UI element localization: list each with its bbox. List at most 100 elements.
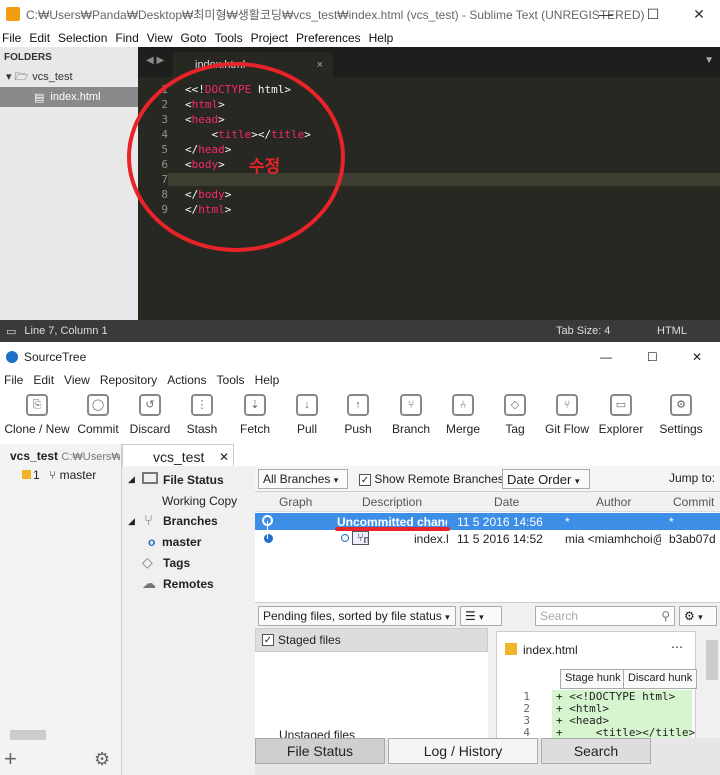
status-tab-size[interactable]: Tab Size: 4 [556,325,610,337]
minimize-icon[interactable]: — [583,0,629,28]
clone-button[interactable]: ⎘ Clone / New [3,392,71,436]
commit-button[interactable]: ◯ Commit [76,392,120,436]
discard-hunk-button[interactable]: Discard hunk [623,669,698,689]
nav-master[interactable]: master [162,535,201,549]
row-author: mia <miamhchoi@ [565,532,661,546]
tab-log-history-label: Log / History [423,743,503,759]
status-icon[interactable]: ▭ [6,325,16,338]
stash-button[interactable]: ⋮ Stash [182,392,222,436]
menu-view[interactable]: View [145,31,179,45]
log-table-header: Graph Description Date Author Commit [255,492,720,512]
tab-search[interactable]: Search [541,738,651,764]
add-repo-icon[interactable]: + [4,746,17,772]
search-placeholder: Search [540,609,579,623]
column-description[interactable]: Description [362,495,422,509]
close-icon[interactable]: ✕ [692,350,702,364]
branch-button[interactable]: ⑂ Branch [391,392,431,436]
diff-options-icon[interactable]: ⋯ [671,640,683,654]
branches-dropdown-label: All Branches [263,472,331,486]
unstaged-files-header[interactable]: Unstaged files [255,728,488,738]
repo-item[interactable]: vcs_test C:₩Users₩P [10,449,120,463]
chevron-down-icon: ▾ [333,475,339,485]
expand-icon[interactable]: ◢ [128,516,135,527]
show-remote-checkbox[interactable]: ✓ Show Remote Branches [359,472,504,486]
repo-tab[interactable]: vcs_test ✕ [122,444,234,468]
tab-file-status[interactable]: File Status [255,738,385,764]
discard-label: Discard [129,422,171,436]
minimize-icon[interactable]: — [600,350,612,364]
menu-help[interactable]: Help [367,31,400,45]
menu-find[interactable]: Find [113,31,144,45]
nav-working-copy[interactable]: Working Copy [162,494,237,508]
status-syntax[interactable]: HTML [657,325,687,337]
nav-file-status[interactable]: File Status [163,473,224,487]
tab-log-history[interactable]: Log / History [388,738,538,764]
menu-tools[interactable]: Tools [213,31,249,45]
menu-edit[interactable]: Edit [27,31,56,45]
discard-icon: ↺ [139,394,161,416]
maximize-icon[interactable]: ☐ [647,350,658,364]
settings-dropdown[interactable]: ⚙ ▾ [679,606,717,626]
menu-repository[interactable]: Repository [96,373,163,387]
horizontal-scrollbar[interactable] [10,730,46,740]
branches-dropdown[interactable]: All Branches ▾ [258,469,348,489]
menu-tools[interactable]: Tools [213,373,251,387]
view-options-button[interactable]: ☰ ▾ [460,606,502,626]
pending-sort-dropdown[interactable]: Pending files, sorted by file status ▾ [258,606,456,626]
settings-button[interactable]: ⚙ Settings [658,392,704,436]
tag-label: Tag [505,422,525,436]
pending-count: 1 [33,468,40,482]
column-author[interactable]: Author [596,495,631,509]
tag-button[interactable]: ◇ Tag [502,392,528,436]
file-item[interactable]: ▤ index.html [0,87,138,107]
sublime-menu-bar: File Edit Selection Find View Goto Tools… [0,28,720,47]
column-commit[interactable]: Commit [673,495,714,509]
stage-hunk-button[interactable]: Stage hunk [560,669,626,689]
column-date[interactable]: Date [494,495,519,509]
menu-edit[interactable]: Edit [29,373,60,387]
menu-file[interactable]: File [0,373,29,387]
column-graph[interactable]: Graph [279,495,312,509]
nav-branches[interactable]: Branches [163,514,218,528]
menu-goto[interactable]: Goto [179,31,213,45]
push-button[interactable]: ↑ Push [343,392,373,436]
table-row[interactable]: Uncommitted chang 11 5 2016 14:56 * * [255,513,720,530]
repo-tab-close-icon[interactable]: ✕ [219,450,229,464]
fetch-button[interactable]: ⇣ Fetch [237,392,273,436]
maximize-icon[interactable]: ☐ [630,0,676,28]
staged-files-header[interactable]: ✓ Staged files [255,628,488,652]
fetch-label: Fetch [239,422,270,436]
menu-actions[interactable]: Actions [163,373,212,387]
order-dropdown[interactable]: Date Order ▾ [502,469,590,489]
explorer-button[interactable]: ▭ Explorer [598,392,644,436]
git-flow-button[interactable]: ⑂ Git Flow [543,392,591,436]
merge-button[interactable]: ⑃ Merge [444,392,482,436]
nav-remotes[interactable]: Remotes [163,577,214,591]
commit-icon: ◯ [87,394,109,416]
search-input[interactable]: Search ⚲ [535,606,675,626]
checkbox-checked-icon[interactable]: ✓ [262,634,274,646]
order-dropdown-label: Date Order [507,472,572,487]
gear-icon: ⚙ [670,394,692,416]
expand-icon[interactable]: ◢ [128,474,135,485]
menu-help[interactable]: Help [251,373,286,387]
close-icon[interactable]: ✕ [676,0,720,28]
staged-files-list[interactable] [255,652,488,728]
gear-icon[interactable]: ⚙ [94,749,110,770]
folder-item[interactable]: ▾ 🗁 vcs_test [0,67,138,87]
menu-project[interactable]: Project [249,31,294,45]
tab-scroll-icon[interactable]: ◀ ▶ [146,55,164,66]
menu-preferences[interactable]: Preferences [294,31,367,45]
table-row[interactable]: ⑂ master index.l 11 5 2016 14:52 mia <mi… [255,530,720,548]
clone-label: Clone / New [4,422,70,436]
menu-file[interactable]: File [0,31,27,45]
nav-tags[interactable]: Tags [163,556,190,570]
menu-selection[interactable]: Selection [56,31,113,45]
menu-view[interactable]: View [60,373,96,387]
log-filter-bar: All Branches ▾ ✓ Show Remote Branches Da… [255,466,720,492]
tab-menu-icon[interactable]: ▼ [704,55,714,66]
tab-close-icon[interactable]: × [317,59,323,71]
pull-button[interactable]: ↓ Pull [292,392,322,436]
vertical-scrollbar[interactable] [706,640,718,680]
discard-button[interactable]: ↺ Discard [127,392,173,436]
